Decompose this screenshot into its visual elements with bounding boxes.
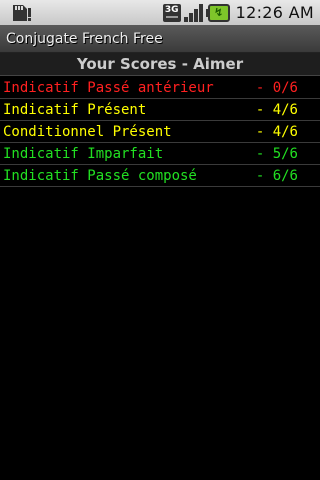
app-title: Conjugate French Free xyxy=(6,30,163,47)
score-row[interactable]: Indicatif Passé antérieur - 0/6 xyxy=(0,77,320,99)
score-tense: Indicatif Passé composé xyxy=(3,167,197,184)
score-row[interactable]: Conditionnel Présent - 4/6 xyxy=(0,121,320,143)
signal-icon xyxy=(183,3,205,23)
score-value: - 5/6 xyxy=(255,145,298,162)
score-row[interactable]: Indicatif Présent - 4/6 xyxy=(0,99,320,121)
score-row[interactable]: Indicatif Passé composé - 6/6 xyxy=(0,165,320,187)
score-tense: Indicatif Présent xyxy=(3,101,147,118)
battery-charging-icon: ↯ xyxy=(205,3,230,22)
score-tense: Indicatif Passé antérieur xyxy=(3,79,214,96)
score-row[interactable]: Indicatif Imparfait - 5/6 xyxy=(0,143,320,165)
score-value: - 0/6 xyxy=(255,79,298,96)
score-value: - 4/6 xyxy=(255,101,298,118)
network-3g-icon: 3G xyxy=(162,3,181,22)
score-value: - 4/6 xyxy=(255,123,298,140)
score-tense: Indicatif Imparfait xyxy=(3,145,164,162)
clock: 12:26 AM xyxy=(235,3,314,22)
score-tense: Conditionnel Présent xyxy=(3,123,172,140)
score-value: - 6/6 xyxy=(255,167,298,184)
sd-card-icon xyxy=(10,4,32,22)
app-title-bar: Conjugate French Free xyxy=(0,25,320,53)
scores-header: Your Scores - Aimer xyxy=(0,53,320,76)
scores-title: Your Scores - Aimer xyxy=(76,55,244,73)
scores-list: Indicatif Passé antérieur - 0/6 Indicati… xyxy=(0,77,320,187)
status-bar: 3G ↯ 12:26 AM xyxy=(0,0,320,25)
